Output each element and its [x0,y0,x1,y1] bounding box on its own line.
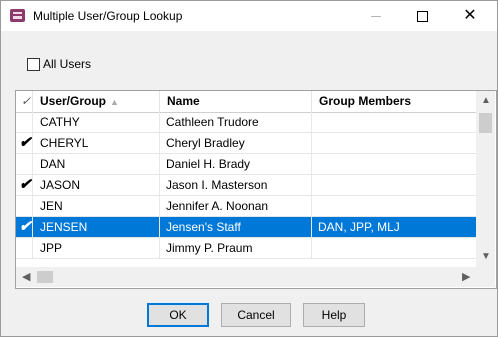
column-header-name[interactable]: Name [160,91,312,112]
scroll-down-icon[interactable]: ▼ [481,251,491,262]
column-header-user-group[interactable]: User/Group ▲ [33,91,160,112]
row-check-mark[interactable] [16,154,33,174]
column-header-check[interactable]: ✓ [16,91,33,112]
column-header-group-members[interactable]: Group Members [312,91,476,112]
row-user-group: CHERYL [33,133,160,153]
row-user-group: DAN [33,154,160,174]
table-row-selected[interactable]: ✔ JENSEN Jensen's Staff DAN, JPP, MLJ [16,217,476,238]
help-button[interactable]: Help [303,303,365,327]
dialog-window: Multiple User/Group Lookup ✕ All Users ✓… [0,0,498,337]
cancel-button[interactable]: Cancel [221,303,291,327]
table-row[interactable]: DAN Daniel H. Brady [16,154,476,175]
table-row[interactable]: CATHY Cathleen Trudore [16,112,476,133]
all-users-checkbox[interactable] [27,57,40,71]
minimize-icon [371,15,381,17]
table-row[interactable]: ✔ JASON Jason I. Masterson [16,175,476,196]
row-name: Daniel H. Brady [160,154,312,174]
row-group-members [312,238,476,258]
scrollbar-corner [476,267,495,287]
sort-ascending-icon: ▲ [110,97,119,107]
row-name: Jennifer A. Noonan [160,196,312,216]
vertical-scrollbar[interactable]: ▲ ▼ [476,91,495,267]
window-title: Multiple User/Group Lookup [33,9,183,23]
all-users-option[interactable]: All Users [27,57,91,71]
row-group-members [312,154,476,174]
row-name: Jensen's Staff [160,217,312,237]
row-name: Jason I. Masterson [160,175,312,195]
row-group-members: DAN, JPP, MLJ [318,220,400,234]
row-group-members [312,175,476,195]
maximize-button[interactable] [399,1,445,31]
row-check-mark[interactable]: ✔ [16,133,33,153]
row-user-group: JPP [33,238,160,258]
row-group-members [312,133,476,153]
row-check-mark[interactable]: ✔ [16,175,33,195]
row-group-members [312,112,476,132]
title-bar: Multiple User/Group Lookup ✕ [1,1,497,31]
app-icon [10,9,25,22]
horizontal-scrollbar[interactable]: ◀ ▶ [16,267,476,287]
table-row[interactable]: ✔ CHERYL Cheryl Bradley [16,133,476,154]
scroll-up-icon[interactable]: ▲ [481,95,491,106]
row-user-group: JENSEN [33,217,160,237]
row-group-members [312,196,476,216]
horizontal-scroll-thumb[interactable] [37,271,53,283]
row-name: Cheryl Bradley [160,133,312,153]
table-row[interactable]: JPP Jimmy P. Praum [16,238,476,259]
row-user-group: JASON [33,175,160,195]
scroll-left-icon[interactable]: ◀ [22,270,30,283]
row-name: Cathleen Trudore [160,112,312,132]
scroll-right-icon[interactable]: ▶ [462,270,470,283]
user-group-table[interactable]: ✓ User/Group ▲ Name Group Members CATHY C… [15,90,497,289]
row-check-mark[interactable] [16,112,33,132]
close-button[interactable]: ✕ [447,1,493,31]
table-row[interactable]: JEN Jennifer A. Noonan [16,196,476,217]
close-icon: ✕ [463,7,477,24]
row-name: Jimmy P. Praum [160,238,312,258]
row-user-group: JEN [33,196,160,216]
minimize-button[interactable] [353,1,399,31]
maximize-icon [416,10,428,22]
row-user-group: CATHY [33,112,160,132]
row-check-mark[interactable] [16,196,33,216]
row-check-mark[interactable]: ✔ [16,217,33,237]
ok-button[interactable]: OK [147,303,209,327]
user-group-header-label: User/Group [40,94,107,108]
row-check-mark[interactable] [16,238,33,258]
vertical-scroll-thumb[interactable] [479,113,492,133]
table-header: ✓ User/Group ▲ Name Group Members [16,91,476,113]
all-users-label: All Users [43,57,92,71]
